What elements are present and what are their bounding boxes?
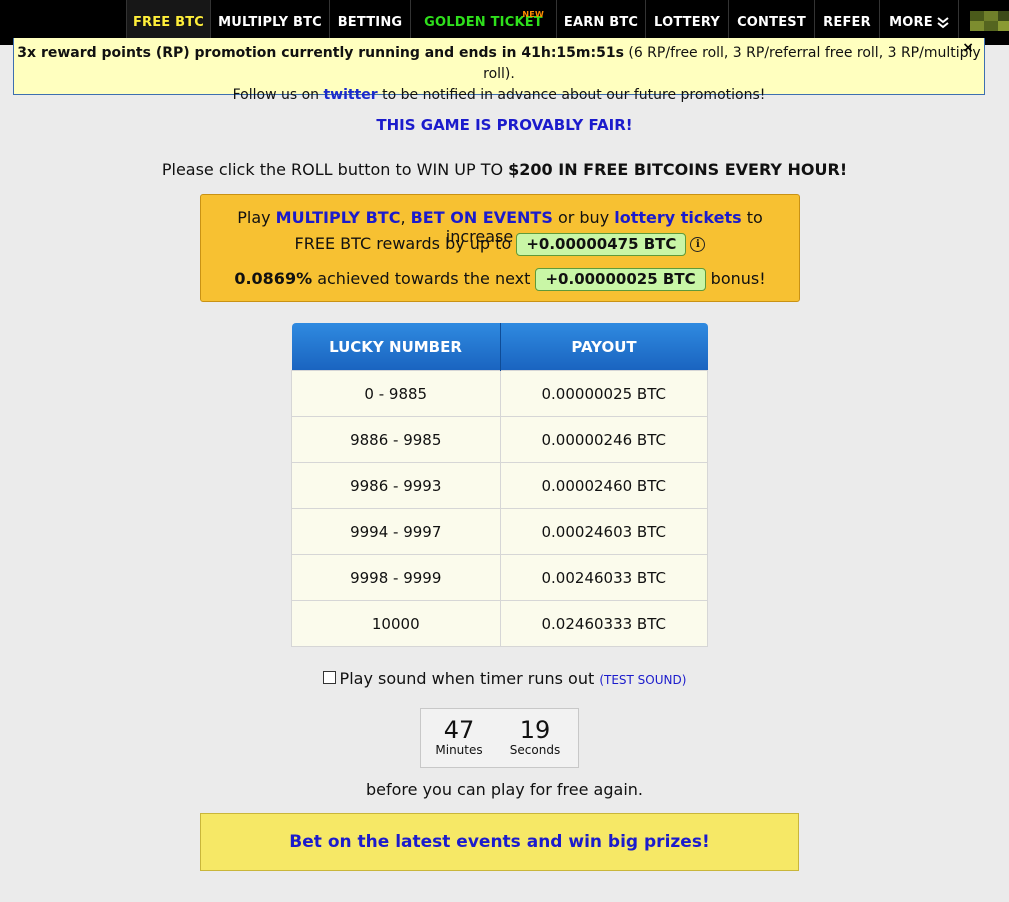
payout-cell: 0.00000025 BTC <box>499 370 708 417</box>
timer-minutes: 47 Minutes <box>424 717 494 757</box>
roll-message-bold: $200 IN FREE BITCOINS EVERY HOUR! <box>508 160 848 179</box>
promo-banner: 3x reward points (RP) promotion currentl… <box>13 38 985 103</box>
seconds-label: Seconds <box>509 743 561 757</box>
lucky-number-cell: 9994 - 9997 <box>291 508 501 555</box>
table-row: 10000 0.02460333 BTC <box>291 600 708 647</box>
avatar <box>970 11 1009 31</box>
countdown-timer: 47 Minutes 19 Seconds <box>420 708 579 768</box>
minutes-label: Minutes <box>435 743 483 757</box>
nav-label: LOTTERY <box>654 15 720 30</box>
lucky-number-cell: 9986 - 9993 <box>291 462 501 509</box>
table-row: 0 - 9885 0.00000025 BTC <box>291 370 708 417</box>
lucky-number-cell: 0 - 9885 <box>291 370 501 417</box>
payout-table: LUCKY NUMBER PAYOUT 0 - 9885 0.00000025 B… <box>291 323 708 647</box>
minutes-value: 47 <box>443 716 475 744</box>
rewards-line-3: 0.0869% achieved towards the next +0.000… <box>201 268 799 291</box>
lucky-number-cell: 9886 - 9985 <box>291 416 501 463</box>
double-chevron-down-icon <box>937 16 949 28</box>
test-sound-link[interactable]: (TEST SOUND) <box>599 673 686 687</box>
roll-message: Please click the ROLL button to WIN UP T… <box>0 160 1009 179</box>
nav-label: EARN BTC <box>563 15 639 30</box>
text: achieved towards the next <box>312 269 536 288</box>
info-icon[interactable]: i <box>690 237 706 252</box>
column-header-payout: PAYOUT <box>500 323 708 371</box>
text: or buy <box>552 208 615 227</box>
achieved-percent: 0.0869% <box>234 269 313 288</box>
payout-cell: 0.02460333 BTC <box>499 600 708 647</box>
nav-label: BETTING <box>337 15 403 30</box>
payout-cell: 0.00246033 BTC <box>499 554 708 601</box>
seconds-value: 19 <box>519 716 551 744</box>
follow-suffix: to be notified in advance about our futu… <box>377 87 766 103</box>
text: , <box>400 208 411 227</box>
roll-message-prefix: Please click the ROLL button to WIN UP T… <box>161 160 509 179</box>
bet-events-banner[interactable]: Bet on the latest events and win big pri… <box>200 813 799 871</box>
sound-option: Play sound when timer runs out (TEST SOU… <box>0 669 1009 688</box>
nav-label: FREE BTC <box>132 15 205 30</box>
lucky-number-cell: 9998 - 9999 <box>291 554 501 601</box>
promo-line-2: Follow us on twitter to be notified in a… <box>14 85 984 106</box>
lucky-number-cell: 10000 <box>291 600 501 647</box>
payout-cell: 0.00000246 BTC <box>499 416 708 463</box>
nav-label: MORE <box>889 15 933 30</box>
bonus-amount-badge: +0.00000475 BTC <box>516 233 687 256</box>
payout-cell: 0.00024603 BTC <box>499 508 708 555</box>
promo-bold-text: 3x reward points (RP) promotion currentl… <box>17 45 624 61</box>
rewards-line-2: FREE BTC rewards by up to +0.00000475 BT… <box>201 233 799 256</box>
twitter-link[interactable]: twitter <box>323 87 377 103</box>
multiply-btc-link[interactable]: MULTIPLY BTC <box>276 208 401 227</box>
text: Play <box>237 208 276 227</box>
bet-on-events-link[interactable]: BET ON EVENTS <box>411 208 553 227</box>
lottery-tickets-link[interactable]: lottery tickets <box>614 208 741 227</box>
table-row: 9998 - 9999 0.00246033 BTC <box>291 554 708 601</box>
nav-label: CONTEST <box>737 15 806 30</box>
table-row: 9886 - 9985 0.00000246 BTC <box>291 416 708 463</box>
table-header-row: LUCKY NUMBER PAYOUT <box>291 323 708 371</box>
nav-label: REFER <box>823 15 871 30</box>
text: bonus! <box>705 269 766 288</box>
sound-label: Play sound when timer runs out <box>339 669 600 688</box>
new-badge: NEW <box>522 10 544 19</box>
nav-label: MULTIPLY BTC <box>218 15 322 30</box>
timer-caption: before you can play for free again. <box>365 780 643 799</box>
promo-line-1: 3x reward points (RP) promotion currentl… <box>14 43 984 85</box>
table-row: 9986 - 9993 0.00002460 BTC <box>291 462 708 509</box>
follow-text: Follow us on <box>232 87 324 103</box>
provably-fair-link[interactable]: THIS GAME IS PROVABLY FAIR! <box>0 116 1009 134</box>
table-row: 9994 - 9997 0.00024603 BTC <box>291 508 708 555</box>
text: FREE BTC rewards by up to <box>294 234 517 253</box>
column-header-lucky-number: LUCKY NUMBER <box>291 323 501 371</box>
timer-seconds: 19 Seconds <box>500 717 570 757</box>
rewards-box: Play MULTIPLY BTC, BET ON EVENTS or buy … <box>200 194 800 302</box>
next-bonus-badge: +0.00000025 BTC <box>535 268 706 291</box>
close-icon[interactable]: × <box>962 38 974 59</box>
payout-cell: 0.00002460 BTC <box>499 462 708 509</box>
sound-checkbox[interactable] <box>322 671 336 684</box>
